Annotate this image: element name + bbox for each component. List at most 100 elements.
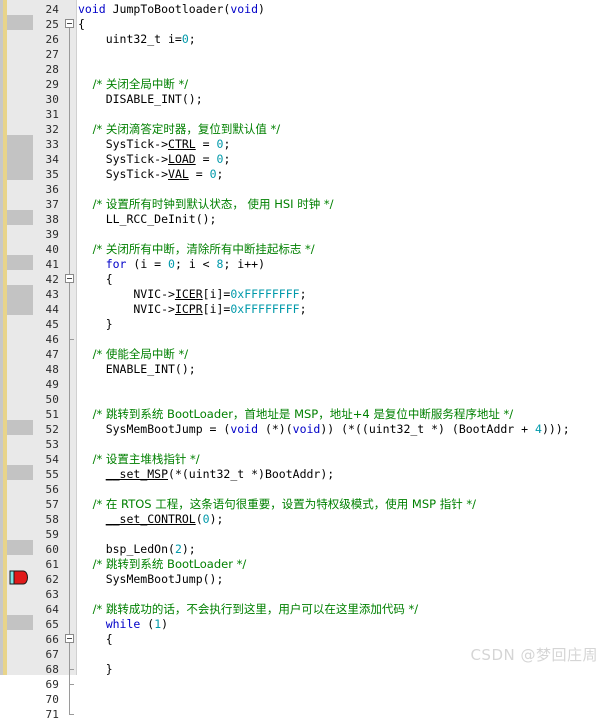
line-number: 50 [45,393,59,406]
code-token: 0xFFFFFFFF [230,287,300,301]
code-token: /* 关闭全局中断 */ [78,77,189,91]
code-token: ; [299,287,307,301]
code-line[interactable]: /* 关闭滴答定时器，复位到默认值 */ [78,122,281,137]
code-token: 0 [181,32,189,46]
line-number: 44 [45,303,59,316]
line-number: 33 [45,138,59,151]
line-number: 39 [45,228,59,241]
fold-tick [69,684,74,685]
line-number: 41 [45,258,59,271]
code-token: = [188,167,210,181]
code-text-area[interactable]: void JumpToBootloader(void){ uint32_t i=… [78,0,608,675]
code-line[interactable]: __set_CONTROL(0); [78,512,224,527]
code-line[interactable]: /* 使能全局中断 */ [78,347,189,362]
line-number: 63 [45,588,59,601]
code-line[interactable]: /* 跳转到系统 BootLoader，首地址是 MSP，地址+4 是复位中断服… [78,407,514,422]
code-line[interactable]: SysMemBootJump(); [78,572,224,587]
code-line[interactable]: /* 设置主堆栈指针 */ [78,452,200,467]
fold-collapse-box[interactable] [65,19,74,28]
code-line[interactable]: for (i = 0; i < 8; i++) [78,257,265,272]
change-marker-column[interactable] [7,0,33,675]
fold-collapse-box[interactable] [65,274,74,283]
code-token: )) (*((uint32_t *) (BootAddr + [320,422,535,436]
change-marker [7,285,33,315]
code-editor[interactable]: 24 25 26 27 28 29 30 31 32 33 34 35 36 37 38 39 40 41 42 43… [0,0,608,721]
code-token: = [195,137,217,151]
code-token: /* 跳转到系统 BootLoader */ [78,557,247,571]
line-number: 45 [45,318,59,331]
code-token: ICPR [174,302,203,316]
line-number: 60 [45,543,59,556]
code-line[interactable]: DISABLE_INT(); [78,92,203,107]
code-line[interactable]: SysMemBootJump = (void (*)(void)) (*((ui… [78,422,570,437]
code-line[interactable]: { [78,17,85,32]
code-folding-column[interactable] [63,0,76,715]
code-line[interactable]: /* 设置所有时钟到默认状态， 使用 HSI 时钟 */ [78,197,334,212]
line-number: 36 [45,183,59,196]
code-token: 0 [202,512,210,526]
change-marker [7,465,33,480]
code-line[interactable]: SysTick->CTRL = 0; [78,137,231,152]
code-token: 2 [174,542,182,556]
code-line[interactable]: NVIC->ICPR[i]=0xFFFFFFFF; [78,302,307,317]
code-line[interactable]: /* 跳转到系统 BootLoader */ [78,557,247,572]
code-line[interactable]: uint32_t i=0; [78,32,196,47]
bookmark-arrow-icon[interactable] [9,570,31,585]
code-line[interactable]: /* 关闭所有中断，清除所有中断挂起标志 */ [78,242,315,257]
fold-collapse-box[interactable] [65,634,74,643]
code-line[interactable]: /* 在 RTOS 工程，这条语句很重要，设置为特权级模式，使用 MSP 指针 … [78,497,476,512]
code-line[interactable]: } [78,662,113,675]
code-token: CTRL [168,137,196,151]
line-number: 28 [45,63,59,76]
code-token: ); [209,512,224,526]
line-number: 66 [45,633,59,646]
line-number: 27 [45,48,59,61]
code-token: for [105,257,127,271]
code-token: ); [181,542,196,556]
code-line[interactable]: } [78,317,113,332]
code-line[interactable]: SysTick->LOAD = 0; [78,152,231,167]
code-line[interactable]: { [78,632,113,647]
line-number: 62 [45,573,59,586]
code-line[interactable]: while (1) [78,617,168,632]
code-token: /* 使能全局中断 */ [78,347,189,361]
code-line[interactable]: ENABLE_INT(); [78,362,196,377]
code-token: ; [223,137,231,151]
code-token: /* 在 RTOS 工程，这条语句很重要，设置为特权级模式，使用 MSP 指针 … [78,497,476,511]
code-token: __set_CONTROL [105,512,196,526]
code-token: void [292,422,321,436]
code-token: ; [299,302,307,316]
code-line[interactable]: { [78,272,113,287]
code-token: ; [188,32,196,46]
code-line[interactable]: SysTick->VAL = 0; [78,167,224,182]
code-line[interactable]: LL_RCC_DeInit(); [78,212,217,227]
watermark-label: CSDN @梦回庄周 [470,646,598,664]
code-line[interactable]: NVIC->ICER[i]=0xFFFFFFFF; [78,287,307,302]
code-line[interactable]: /* 跳转成功的话，不会执行到这里，用户可以在这里添加代码 */ [78,602,419,617]
line-number: 71 [45,708,59,721]
code-line[interactable]: void JumpToBootloader(void) [78,2,265,17]
code-line[interactable]: /* 关闭全局中断 */ [78,77,189,92]
code-token: ; [223,152,231,166]
change-marker [7,255,33,270]
code-token: void [230,2,259,16]
code-token: SysTick-> [78,137,169,151]
line-number: 57 [45,498,59,511]
code-token: [i]= [202,287,231,301]
line-number: 31 [45,108,59,121]
change-marker [7,615,33,630]
code-token: /* 关闭所有中断，清除所有中断挂起标志 */ [78,242,315,256]
code-token: ( [140,617,155,631]
code-line[interactable]: __set_MSP(*(uint32_t *)BootAddr); [78,467,334,482]
code-line[interactable]: bsp_LedOn(2); [78,542,196,557]
code-token: ( [195,512,203,526]
code-token: /* 关闭滴答定时器，复位到默认值 */ [78,122,281,136]
line-number: 42 [45,273,59,286]
code-token: } [78,662,113,675]
code-token: bsp_LedOn( [78,542,175,556]
fold-tick [69,669,74,670]
code-token: SysTick-> [78,152,169,166]
